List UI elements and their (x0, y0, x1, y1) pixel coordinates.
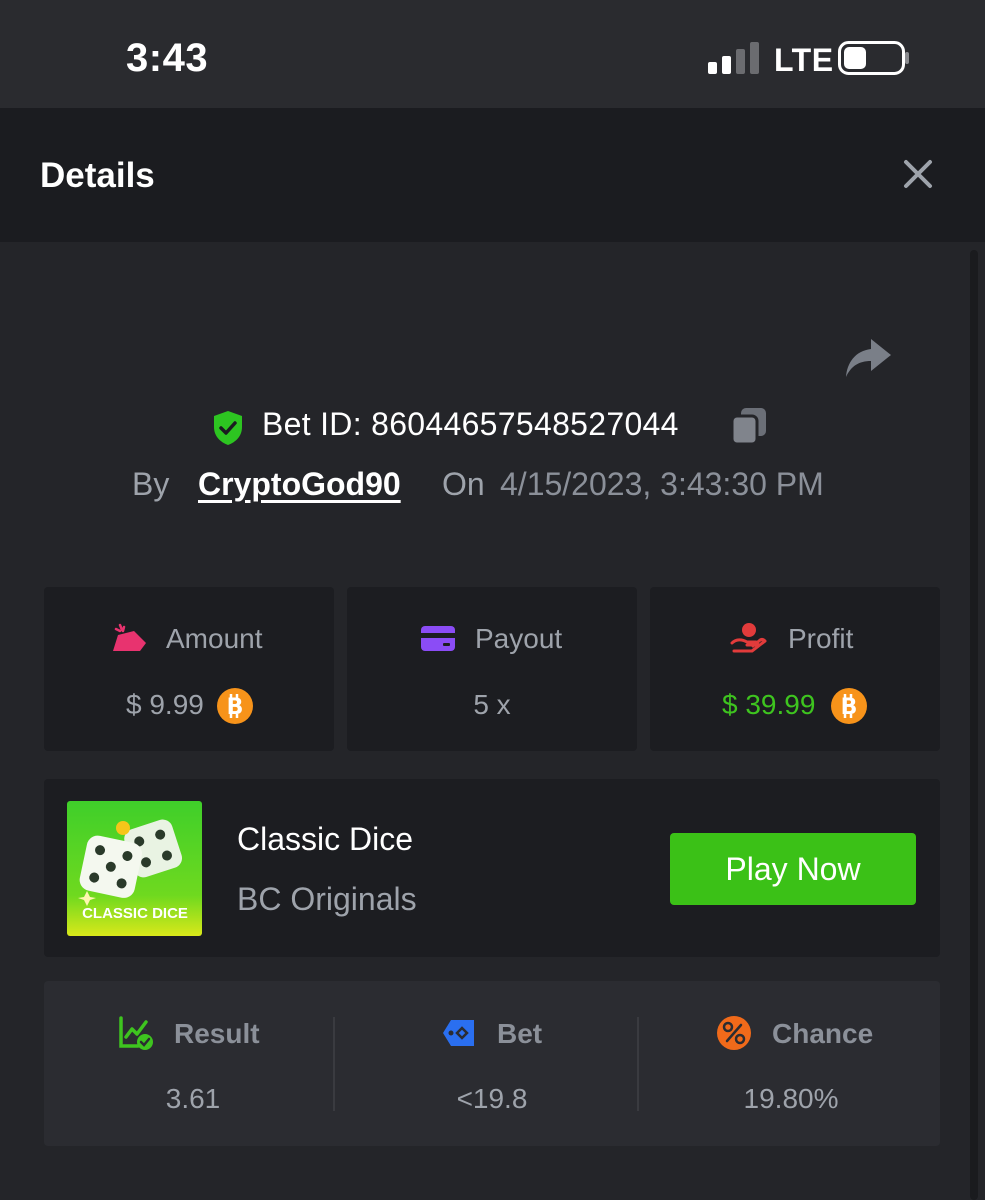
stat-value: $ 39.99 (722, 689, 816, 720)
percent-icon (717, 1016, 751, 1050)
network-type: LTE (774, 42, 834, 78)
chart-check-icon (119, 1016, 153, 1050)
dice-icon: CLASSIC DICE (67, 801, 202, 936)
bitcoin-icon: B (831, 688, 867, 724)
copy-icon[interactable] (730, 406, 768, 446)
game-card: CLASSIC DICE Classic Dice BC Originals P… (44, 779, 940, 957)
chance-column: Chance 19.80% (642, 981, 940, 1146)
bet-column: Bet <19.8 (343, 981, 641, 1146)
tag-icon (443, 1020, 474, 1046)
amount-card: Amount $ 9.99 B (44, 587, 334, 751)
stat-label: Amount (166, 623, 263, 654)
bet-value: <19.8 (456, 1083, 528, 1114)
status-time: 3:43 (126, 36, 209, 80)
thumb-text: CLASSIC DICE (82, 905, 188, 922)
stat-value: 5 x (473, 689, 511, 720)
verified-shield-icon (214, 411, 242, 445)
result-column: Result 3.61 (44, 981, 342, 1146)
bet-datetime: 4/15/2023, 3:43:30 PM (500, 466, 824, 502)
bet-label: Bet (497, 1018, 543, 1049)
share-icon[interactable] (843, 337, 893, 381)
payout-card: Payout 5 x (347, 587, 637, 751)
username-link[interactable]: CryptoGod90 (198, 466, 401, 503)
chance-label: Chance (772, 1018, 874, 1049)
game-thumbnail[interactable]: CLASSIC DICE (67, 801, 202, 936)
stat-label: Profit (788, 623, 854, 654)
scrollbar[interactable] (970, 250, 978, 1200)
result-panel: Result 3.61 Bet <19.8 Chance 19.80% (44, 981, 940, 1146)
battery-icon (838, 41, 909, 75)
svg-text:B: B (841, 695, 858, 720)
amount-icon (113, 623, 146, 651)
chance-value: 19.80% (743, 1083, 839, 1114)
profit-card: Profit $ 39.99 B (650, 587, 940, 751)
game-provider: BC Originals (237, 881, 417, 917)
stat-value: $ 9.99 (126, 689, 204, 720)
divider (333, 1017, 335, 1111)
bet-meta-row: By CryptoGod90 On 4/15/2023, 3:43:30 PM (0, 462, 985, 508)
bet-id: Bet ID: 860446575485270​44 (262, 406, 679, 442)
by-label: By (132, 466, 170, 502)
stat-label: Payout (475, 623, 563, 654)
close-icon[interactable] (898, 154, 938, 194)
game-name: Classic Dice (237, 821, 414, 857)
status-bar: 3:43 LTE (0, 0, 985, 108)
bitcoin-icon: B (217, 688, 253, 724)
card-icon (421, 626, 455, 651)
divider (637, 1017, 639, 1111)
svg-text:B: B (227, 695, 244, 720)
on-label: On (442, 466, 485, 502)
signal-icon (708, 42, 759, 74)
result-label: Result (174, 1018, 260, 1049)
hand-coin-icon (730, 623, 767, 653)
result-value: 3.61 (165, 1083, 221, 1114)
play-now-button[interactable]: Play Now (670, 833, 916, 905)
bet-id-row: Bet ID: 860446575485270​44 (0, 404, 985, 450)
details-header: Details (0, 108, 985, 242)
page-title: Details (40, 156, 155, 195)
